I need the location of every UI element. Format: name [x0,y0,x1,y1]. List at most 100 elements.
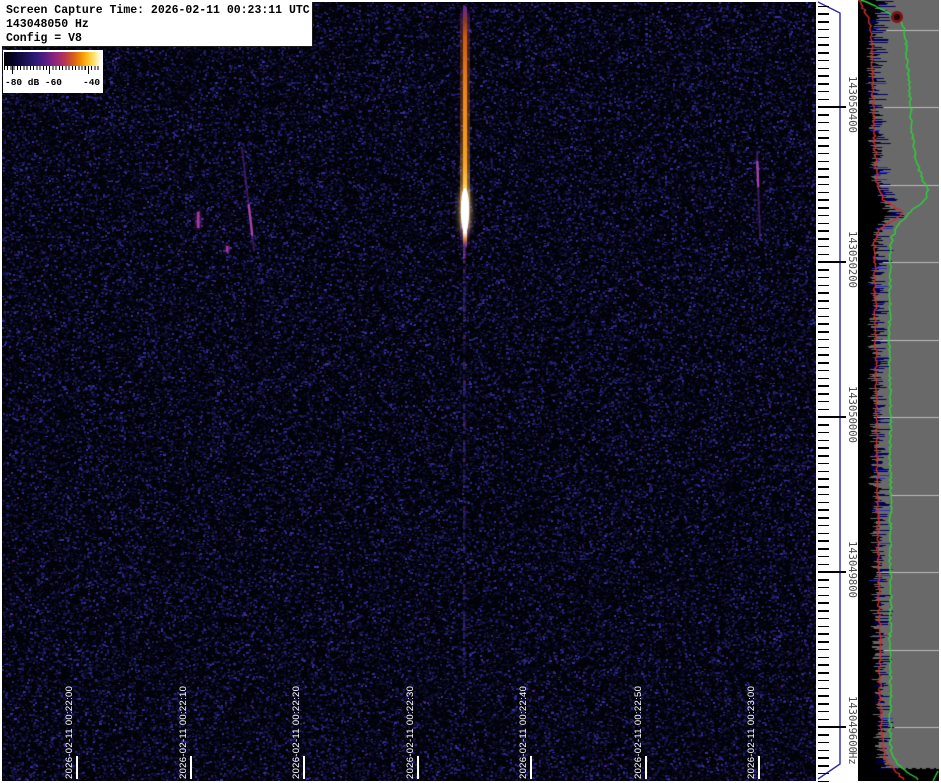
freq-minor-tick [818,781,829,783]
freq-minor-tick [818,6,829,8]
freq-axis-bracket-line [818,2,840,779]
freq-minor-tick [818,533,829,535]
freq-minor-tick [818,633,829,635]
freq-minor-tick [818,509,829,511]
freq-minor-tick [818,494,829,496]
freq-minor-tick [818,695,829,697]
freq-minor-tick [818,370,829,372]
freq-minor-tick [818,657,829,659]
freq-minor-tick [818,192,829,194]
freq-minor-tick [818,246,829,248]
freq-minor-tick [818,649,829,651]
freq-minor-tick [818,161,829,163]
freq-minor-tick [818,548,829,550]
freq-minor-tick [818,230,829,232]
freq-minor-tick [818,323,829,325]
freq-minor-tick [818,409,829,411]
freq-major-tick [818,726,846,728]
freq-minor-tick [818,44,829,46]
freq-minor-tick [818,734,829,736]
freq-minor-tick [818,354,829,356]
freq-minor-tick [818,52,829,54]
freq-major-tick [818,106,846,108]
freq-minor-tick [818,711,829,713]
freq-minor-tick [818,254,829,256]
freq-minor-tick [818,122,829,124]
freq-tick-label: 143050200 [846,231,857,288]
freq-minor-tick [818,91,829,93]
colorbar-gradient [4,52,101,66]
freq-minor-tick [818,455,829,457]
freq-minor-tick [818,688,829,690]
capture-time-text: Screen Capture Time: 2026-02-11 00:23:11… [6,4,312,18]
freq-minor-tick [818,29,829,31]
freq-minor-tick [818,595,829,597]
freq-minor-tick [818,176,829,178]
freq-minor-tick [818,471,829,473]
freq-minor-tick [818,478,829,480]
freq-minor-tick [818,463,829,465]
freq-minor-tick [818,168,829,170]
freq-minor-tick [818,199,829,201]
freq-minor-tick [818,215,829,217]
freq-minor-tick [818,362,829,364]
freq-minor-tick [818,137,829,139]
freq-minor-tick [818,672,829,674]
colorbar-label-right: -40 [83,77,100,88]
freq-minor-tick [818,347,829,349]
freq-minor-tick [818,765,829,767]
freq-minor-tick [818,703,829,705]
freq-minor-tick [818,579,829,581]
freq-minor-tick [818,401,829,403]
freq-minor-tick [818,540,829,542]
colorbar-major-tick [49,66,50,74]
capture-frequency-text: 143048050 Hz [6,18,312,32]
freq-minor-tick [818,440,829,442]
freq-minor-tick [818,432,829,434]
colorbar-major-tick [12,66,13,74]
freq-minor-tick [818,238,829,240]
freq-minor-tick [818,308,829,310]
freq-minor-tick [818,130,829,132]
freq-minor-tick [818,99,829,101]
colorbar-ruler [4,66,101,70]
freq-minor-tick [818,184,829,186]
colorbar-label-left: -80 dB -60 [5,77,62,88]
spectrum-panel-canvas [858,0,939,781]
freq-axis-unit: Hz [846,752,857,765]
freq-minor-tick [818,626,829,628]
freq-minor-tick [818,269,829,271]
freq-minor-tick [818,517,829,519]
freq-minor-tick [818,773,829,775]
colorbar-legend: -80 dB -60 -40 [3,50,103,93]
freq-tick-label: 143050400 [846,76,857,133]
freq-minor-tick [818,719,829,721]
freq-minor-tick [818,68,829,70]
freq-major-tick [818,571,846,573]
freq-minor-tick [818,223,829,225]
freq-minor-tick [818,664,829,666]
spectrum-lab-capture: 2026-02-11 00:22:002026-02-11 00:22:1020… [0,0,941,783]
freq-minor-tick [818,525,829,527]
freq-minor-tick [818,331,829,333]
freq-minor-tick [818,757,829,759]
freq-minor-tick [818,145,829,147]
freq-minor-tick [818,385,829,387]
freq-minor-tick [818,556,829,558]
freq-tick-label: 143049800 [846,541,857,598]
freq-minor-tick [818,153,829,155]
freq-minor-tick [818,587,829,589]
freq-minor-tick [818,21,829,23]
freq-minor-tick [818,378,829,380]
freq-minor-tick [818,13,829,15]
freq-tick-label: 143049600 [846,696,857,753]
freq-minor-tick [818,742,829,744]
capture-config-text: Config = V8 [6,32,312,46]
freq-minor-tick [818,114,829,116]
freq-minor-tick [818,207,829,209]
freq-minor-tick [818,83,829,85]
freq-major-tick [818,261,846,263]
freq-minor-tick [818,424,829,426]
frequency-axis: 1430504001430502001430500001430498001430… [816,0,858,781]
freq-minor-tick [818,393,829,395]
